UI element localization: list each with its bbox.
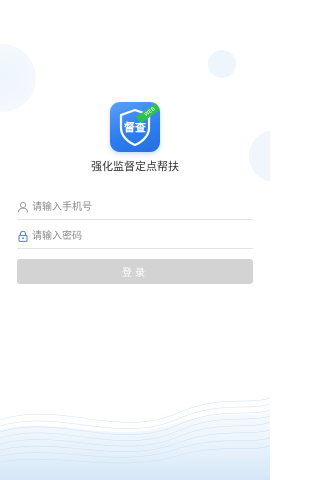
- logo-text: 督查: [124, 121, 146, 134]
- phone-input[interactable]: [32, 198, 247, 216]
- login-button[interactable]: 登录: [17, 259, 253, 284]
- password-input[interactable]: [32, 227, 247, 245]
- user-icon: [17, 201, 29, 213]
- app-logo: 督查 WEB: [110, 102, 160, 152]
- password-field: [17, 224, 253, 249]
- app-title: 强化监督定点帮扶: [91, 160, 179, 173]
- login-screen: 督查 WEB 强化监督定点帮扶 登录: [0, 0, 270, 480]
- lock-icon: [18, 230, 28, 242]
- phone-field: [17, 195, 253, 220]
